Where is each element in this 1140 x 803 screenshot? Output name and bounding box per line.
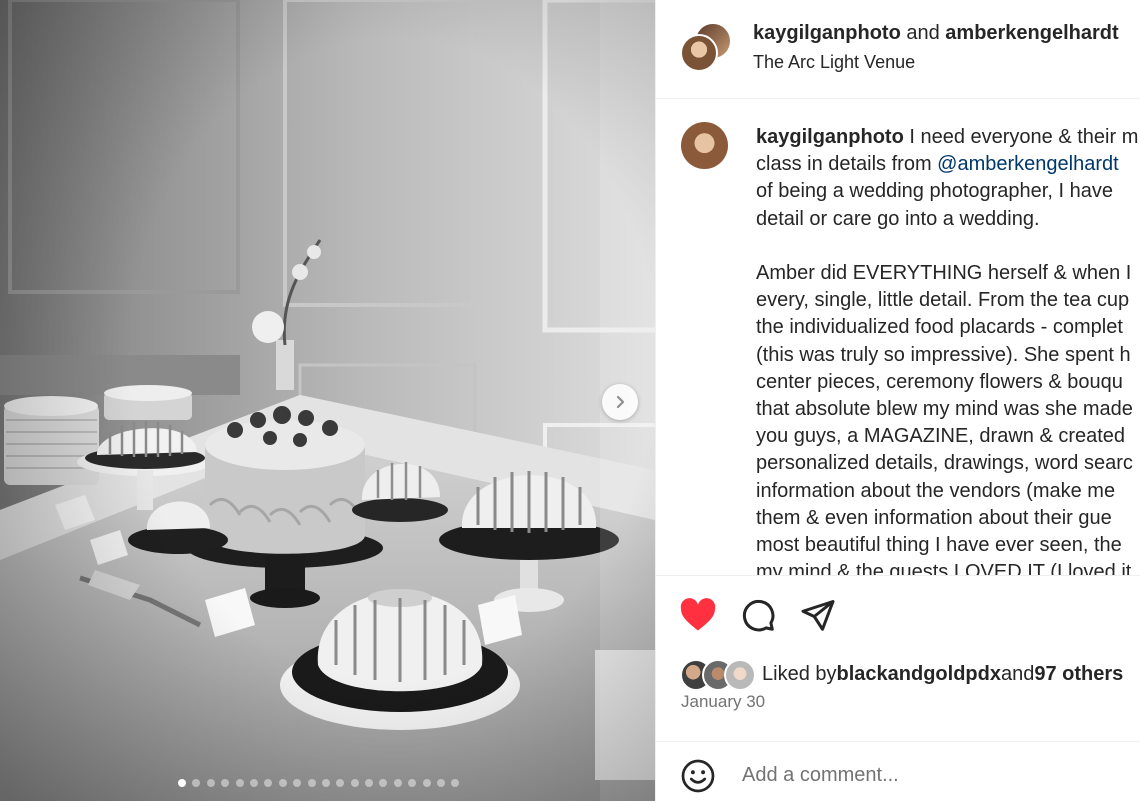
post-actions: Liked by blackandgoldpdx and 97 others J… — [656, 575, 1140, 802]
carousel-dot — [278, 779, 287, 787]
caption-line: (this was truly so impressive). She spen… — [756, 343, 1131, 366]
comment-bubble-icon — [742, 599, 775, 632]
caption-line: them & even information about their gue — [756, 506, 1112, 529]
caption-line: that absolute blew my mind was she made — [756, 398, 1133, 421]
carousel-dot — [249, 779, 258, 787]
heart-filled-icon — [680, 598, 716, 631]
authors-connector: and — [900, 22, 946, 44]
caption-username[interactable]: kaygilganphoto — [756, 126, 904, 148]
caption-line: class in details from — [756, 153, 938, 176]
caption-line: you guys, a MAGAZINE, drawn & created — [756, 425, 1126, 448]
like-button[interactable] — [677, 594, 719, 636]
caption-line: of being a wedding photographer, I have — [756, 180, 1113, 203]
carousel-dot — [451, 779, 460, 787]
emoji-button[interactable] — [678, 756, 718, 796]
caption-line: every, single, little detail. From the t… — [756, 289, 1130, 312]
collab-avatars[interactable] — [680, 22, 732, 72]
add-comment-bar — [656, 741, 1140, 803]
post-header: kaygilganphoto and amberkengelhardt The … — [656, 0, 1140, 99]
caption-line: information about the vendors (make me — [756, 479, 1116, 502]
chevron-right-icon — [616, 395, 625, 409]
post-authors: kaygilganphoto and amberkengelhardt — [753, 22, 1119, 45]
likes-summary: Liked by blackandgoldpdx and 97 others — [680, 658, 1123, 691]
post-media-carousel[interactable] — [0, 0, 655, 801]
post-photo — [0, 0, 655, 801]
caption-line: detail or care go into a wedding. — [756, 207, 1040, 230]
carousel-dot — [293, 779, 302, 787]
post-location[interactable]: The Arc Light Venue — [753, 52, 915, 73]
paper-plane-icon — [801, 600, 835, 631]
caption-mention[interactable]: @amberkengelhardt — [937, 153, 1119, 175]
avatar — [724, 659, 756, 691]
carousel-dot — [321, 779, 330, 787]
carousel-dot — [264, 779, 273, 787]
carousel-dot — [192, 779, 201, 787]
carousel-next-button[interactable] — [602, 384, 638, 420]
comment-input[interactable] — [740, 758, 1124, 792]
carousel-dot — [336, 779, 345, 787]
carousel-dot — [437, 779, 446, 787]
carousel-dot — [206, 779, 215, 787]
author-username[interactable]: kaygilganphoto — [753, 22, 901, 44]
carousel-dot — [178, 779, 186, 787]
carousel-dot — [393, 779, 402, 787]
post-side-panel: kaygilganphoto and amberkengelhardt The … — [655, 0, 1140, 801]
caption-line: Amber did EVERYTHING herself & when I — [756, 262, 1132, 285]
avatar[interactable] — [680, 34, 718, 72]
share-button[interactable] — [797, 594, 839, 636]
likes-prefix: Liked by — [762, 662, 837, 685]
liker-username[interactable]: blackandgoldpdx — [837, 663, 1001, 686]
carousel-dot — [307, 779, 316, 787]
smiley-emoji-icon — [681, 759, 715, 793]
likes-others-link[interactable]: 97 others — [1034, 663, 1123, 686]
likes-middle: and — [1000, 662, 1035, 685]
caption-comment: kaygilganphoto I need everyone & their m… — [656, 99, 1140, 575]
carousel-dot — [408, 779, 417, 787]
carousel-dot — [350, 779, 359, 787]
avatar[interactable] — [681, 122, 728, 169]
carousel-dot — [422, 779, 431, 787]
carousel-indicator — [178, 779, 460, 787]
carousel-dot — [365, 779, 374, 787]
caption-line: personalized details, drawings, word sea… — [756, 452, 1133, 475]
coauthor-username[interactable]: amberkengelhardt — [945, 22, 1118, 44]
caption-text: kaygilganphoto I need everyone & their m… — [756, 124, 1140, 575]
comment-button[interactable] — [737, 594, 779, 636]
caption-line: I need everyone & their m — [903, 126, 1139, 148]
post-date[interactable]: January 30 — [681, 692, 765, 712]
carousel-dot — [221, 779, 230, 787]
caption-line: my mind & the guests LOVED IT (I loved i… — [756, 561, 1132, 575]
liker-avatars — [680, 658, 760, 691]
carousel-dot — [235, 779, 244, 787]
caption-line: the individualized food placards - compl… — [756, 316, 1123, 339]
caption-line: center pieces, ceremony flowers & bouqu — [756, 370, 1123, 393]
caption-line: most beautiful thing I have ever seen, t… — [756, 534, 1122, 557]
carousel-dot — [379, 779, 388, 787]
